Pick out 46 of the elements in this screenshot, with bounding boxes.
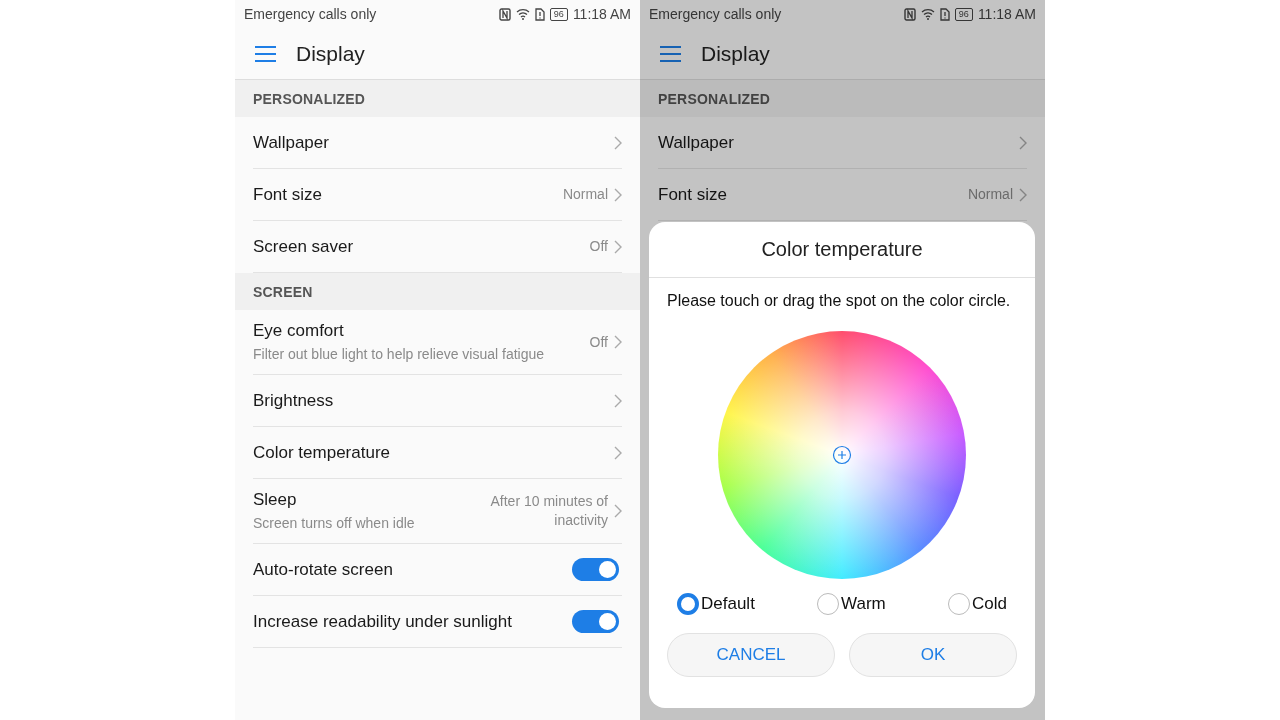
- row-value: Normal: [967, 185, 1013, 204]
- row-label: Screen saver: [253, 236, 354, 257]
- section-header: PERSONALIZED: [658, 90, 771, 107]
- dialog-message: Please touch or drag the spot on the color circle.: [666, 291, 1012, 311]
- row-label: Font size: [658, 184, 727, 205]
- settings-row[interactable]: Increase readability under sunlight: [253, 596, 622, 648]
- settings-row[interactable]: Wallpaper: [253, 117, 622, 169]
- section-header: PERSONALIZED: [253, 90, 366, 107]
- clock-text: 11:18 AM: [977, 6, 1036, 22]
- row-label: Wallpaper: [253, 132, 329, 153]
- battery-indicator: 96: [954, 7, 973, 21]
- radio-option[interactable]: Cold: [948, 593, 1007, 615]
- row-label: Auto-rotate screen: [253, 559, 393, 580]
- settings-row[interactable]: Sleep Screen turns off when idle After 10 minutes of inactivity: [253, 479, 622, 544]
- row-subtitle: Filter out blue light to help relieve visual fatigue: [253, 344, 545, 364]
- dialog-button[interactable]: CANCEL: [667, 633, 835, 677]
- carrier-text: Emergency calls only: [244, 6, 377, 22]
- row-label: Color temperature: [253, 442, 390, 463]
- row-label: Sleep: [253, 489, 298, 510]
- settings-row[interactable]: Font size Normal: [658, 169, 1027, 221]
- radio-option[interactable]: Warm: [817, 593, 886, 615]
- row-label: Increase readability under sunlight: [253, 611, 512, 632]
- screen-title: Display: [296, 41, 365, 66]
- dialog-title: Color temperature: [649, 222, 1035, 278]
- battery-indicator: 96: [549, 7, 568, 21]
- row-label: Font size: [253, 184, 322, 205]
- settings-row[interactable]: Wallpaper: [658, 117, 1027, 169]
- radio-option[interactable]: Default: [677, 593, 755, 615]
- settings-row[interactable]: Color temperature: [253, 427, 622, 479]
- row-value: Off: [589, 332, 608, 352]
- row-value: After 10 minutes of inactivity: [490, 492, 608, 530]
- screen-title: Display: [701, 41, 770, 66]
- row-label: Eye comfort: [253, 320, 345, 341]
- section-header: SCREEN: [253, 283, 313, 300]
- row-subtitle: Screen turns off when idle: [253, 513, 415, 533]
- row-value: Off: [589, 237, 608, 256]
- settings-row[interactable]: Brightness: [253, 375, 622, 427]
- settings-row[interactable]: Auto-rotate screen: [253, 544, 622, 596]
- row-label: Brightness: [253, 390, 334, 411]
- carrier-text: Emergency calls only: [649, 6, 782, 22]
- row-value: Normal: [562, 185, 608, 204]
- clock-text: 11:18 AM: [572, 6, 631, 22]
- settings-row[interactable]: Eye comfort Filter out blue light to help relieve visual fatigue Off: [253, 310, 622, 375]
- dialog-button[interactable]: OK: [849, 633, 1017, 677]
- settings-row[interactable]: Font size Normal: [253, 169, 622, 221]
- row-label: Wallpaper: [658, 132, 734, 153]
